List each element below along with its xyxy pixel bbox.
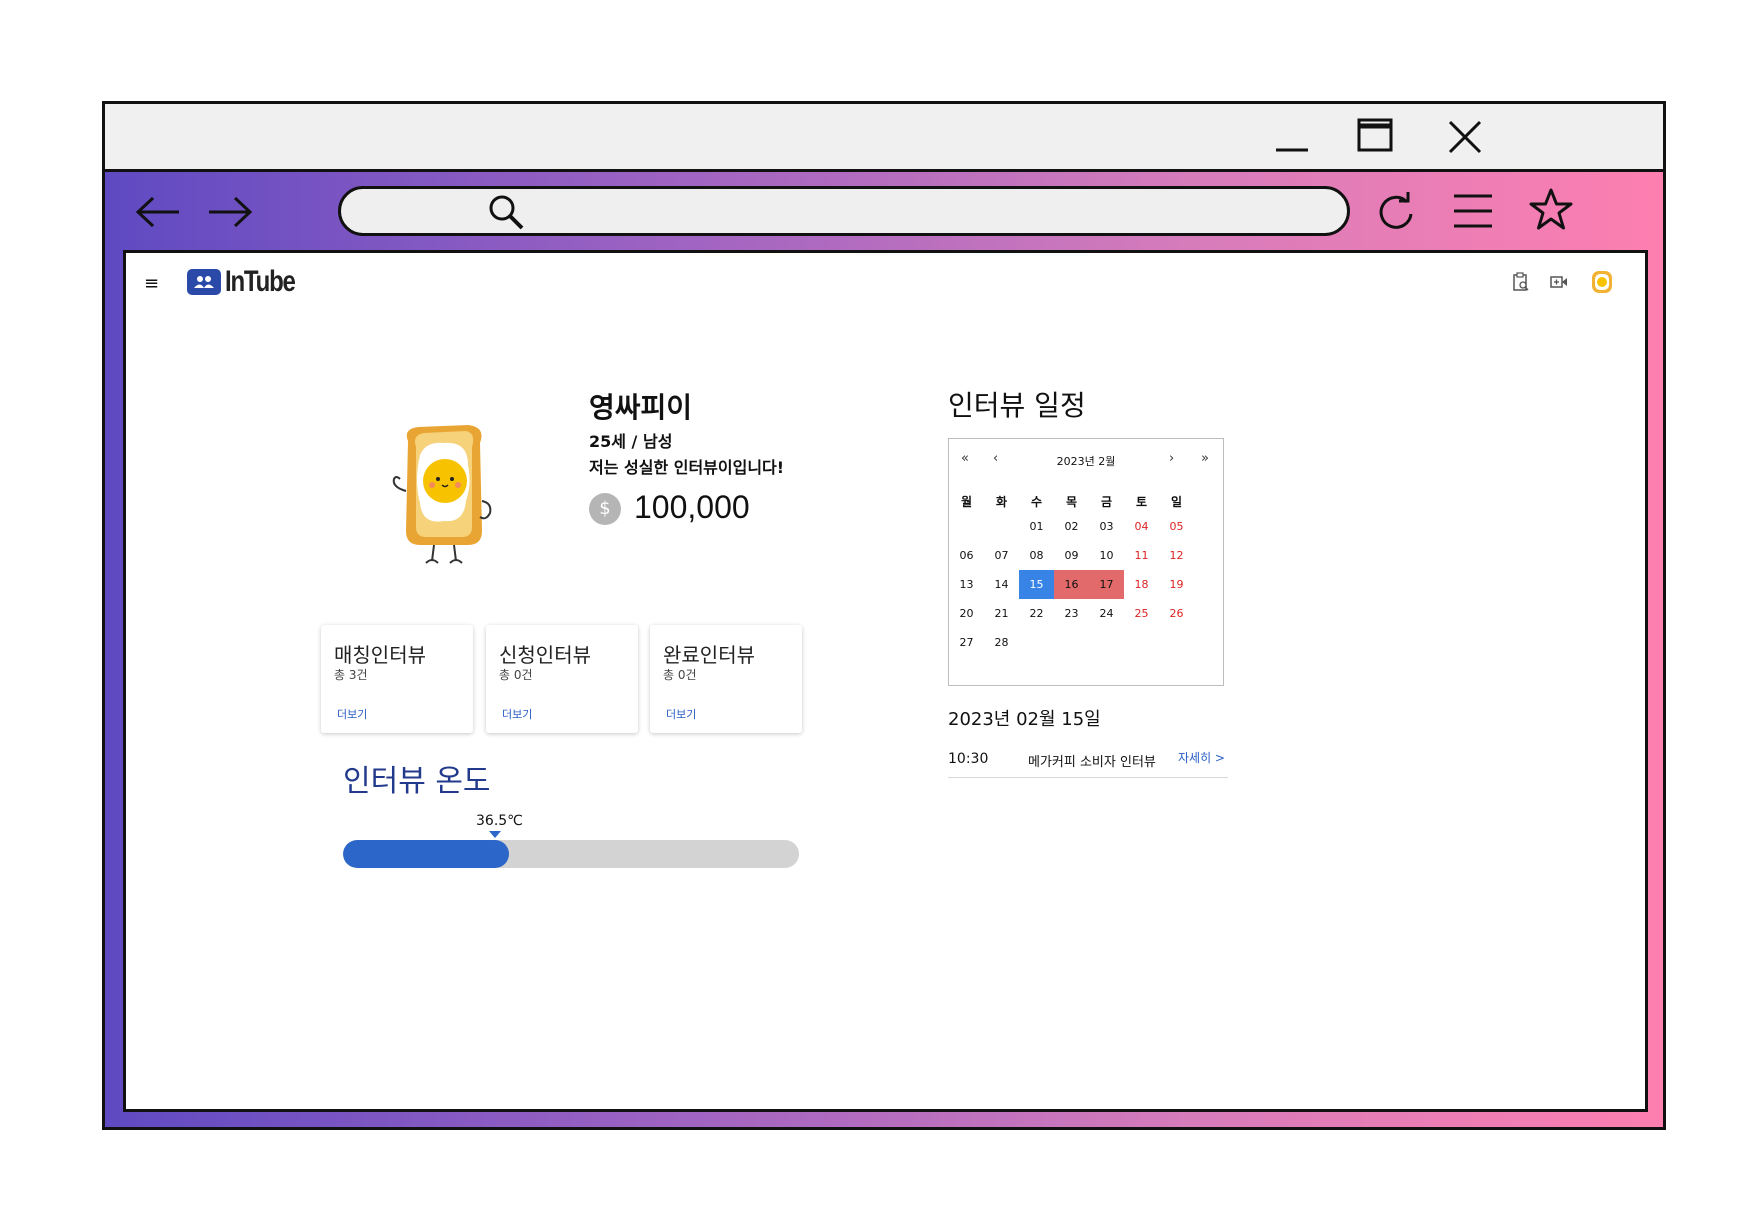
refresh-icon[interactable] [1373,188,1419,238]
browser-toolbar [105,172,1663,252]
applied-interview-card[interactable]: 신청인터뷰 총 0건 더보기 [486,625,638,733]
calendar-day[interactable]: 28 [984,628,1019,657]
more-link[interactable]: 더보기 [502,706,532,722]
forward-arrow-icon[interactable] [205,192,255,236]
more-link[interactable]: 더보기 [337,706,367,722]
coin-icon: $ [589,493,621,525]
profile-age-gender: 25세 / 남성 [589,432,673,451]
calendar-day[interactable]: 06 [949,541,984,570]
weekday-label: 월 [960,495,973,509]
web-page: ≡ InTube 영싸피이 25세 / 남성 저는 성실한 인터뷰이입니다! $… [123,250,1648,1112]
next-month-button[interactable]: › [1169,451,1174,466]
event-time: 10:30 [948,751,989,767]
schedule-event-row: 10:30 메가커피 소비자 인터뷰 자세히 > [948,743,1228,778]
profile-intro: 저는 성실한 인터뷰이입니다! [589,458,785,477]
calendar-day[interactable]: 14 [984,570,1019,599]
calendar-day[interactable]: 01 [1019,512,1054,541]
calendar-day[interactable]: 12 [1159,541,1194,570]
card-count: 총 0건 [499,668,533,682]
calendar-day[interactable]: 19 [1159,570,1194,599]
calendar-day[interactable]: 07 [984,541,1019,570]
card-count: 총 0건 [663,668,697,682]
card-count: 총 3건 [334,668,368,682]
hamburger-menu-icon[interactable]: ≡ [144,273,159,294]
menu-icon[interactable] [1450,190,1496,236]
card-title: 매칭인터뷰 [334,643,426,667]
star-icon[interactable] [1527,186,1575,238]
logo-people-icon [187,269,221,295]
clipboard-search-icon[interactable] [1511,271,1531,297]
calendar-day[interactable]: 27 [949,628,984,657]
calendar-day[interactable]: 15 [1019,570,1054,599]
calendar-day[interactable]: 08 [1019,541,1054,570]
calendar-day[interactable]: 11 [1124,541,1159,570]
calendar-day[interactable]: 09 [1054,541,1089,570]
temperature-marker-icon [489,831,501,838]
app-logo[interactable]: InTube [187,265,312,299]
next-year-button[interactable]: » [1201,451,1209,466]
window-titlebar [105,104,1663,172]
calendar-day[interactable]: 03 [1089,512,1124,541]
temperature-value: 36.5℃ [476,813,523,829]
close-icon[interactable] [1440,112,1490,162]
more-link[interactable]: 더보기 [666,706,696,722]
temperature-title: 인터뷰 온도 [343,764,491,799]
browser-window: ≡ InTube 영싸피이 25세 / 남성 저는 성실한 인터뷰이입니다! $… [102,101,1666,1130]
header-icons [1511,267,1617,301]
event-name: 메가커피 소비자 인터뷰 [1028,755,1156,770]
balance-amount: 100,000 [634,489,750,525]
search-icon [486,191,528,237]
event-detail-link[interactable]: 자세히 > [1178,749,1225,766]
calendar-day[interactable]: 26 [1159,599,1194,628]
card-title: 완료인터뷰 [663,643,755,667]
calendar-day[interactable]: 23 [1054,599,1089,628]
calendar-day[interactable]: 02 [1054,512,1089,541]
calendar-day[interactable]: 05 [1159,512,1194,541]
logo-text: InTube [225,265,296,298]
calendar-day[interactable]: 20 [949,599,984,628]
calendar: « ‹ 2023년 2월 › » 월 화 수 목 금 토 일 01 02 03 04 05 06 07 08… [948,438,1224,686]
video-icon[interactable] [1549,272,1569,296]
calendar-month-label: 2023년 2월 [1056,455,1116,468]
schedule-title: 인터뷰 일정 [948,389,1086,422]
character-avatar [368,421,523,581]
calendar-day[interactable]: 24 [1089,599,1124,628]
matched-interview-card[interactable]: 매칭인터뷰 총 3건 더보기 [321,625,473,733]
temperature-bar [343,840,799,868]
calendar-day[interactable]: 18 [1124,570,1159,599]
profile-avatar-icon[interactable] [1587,267,1617,301]
calendar-day[interactable]: 21 [984,599,1019,628]
completed-interview-card[interactable]: 완료인터뷰 총 0건 더보기 [650,625,802,733]
minimize-icon[interactable] [1268,112,1318,162]
calendar-day[interactable]: 25 [1124,599,1159,628]
card-title: 신청인터뷰 [499,643,591,667]
back-arrow-icon[interactable] [133,192,183,236]
address-bar[interactable] [338,186,1350,236]
calendar-day[interactable]: 10 [1089,541,1124,570]
calendar-day[interactable]: 13 [949,570,984,599]
calendar-day[interactable]: 17 [1089,570,1124,599]
selected-date: 2023년 02월 15일 [948,709,1101,730]
calendar-day[interactable]: 04 [1124,512,1159,541]
calendar-day[interactable]: 22 [1019,599,1054,628]
temperature-bar-fill [343,840,510,868]
calendar-day[interactable]: 16 [1054,570,1089,599]
maximize-icon[interactable] [1350,112,1400,162]
weekday-label: 화 [995,495,1008,509]
profile-name: 영싸피이 [589,391,693,424]
